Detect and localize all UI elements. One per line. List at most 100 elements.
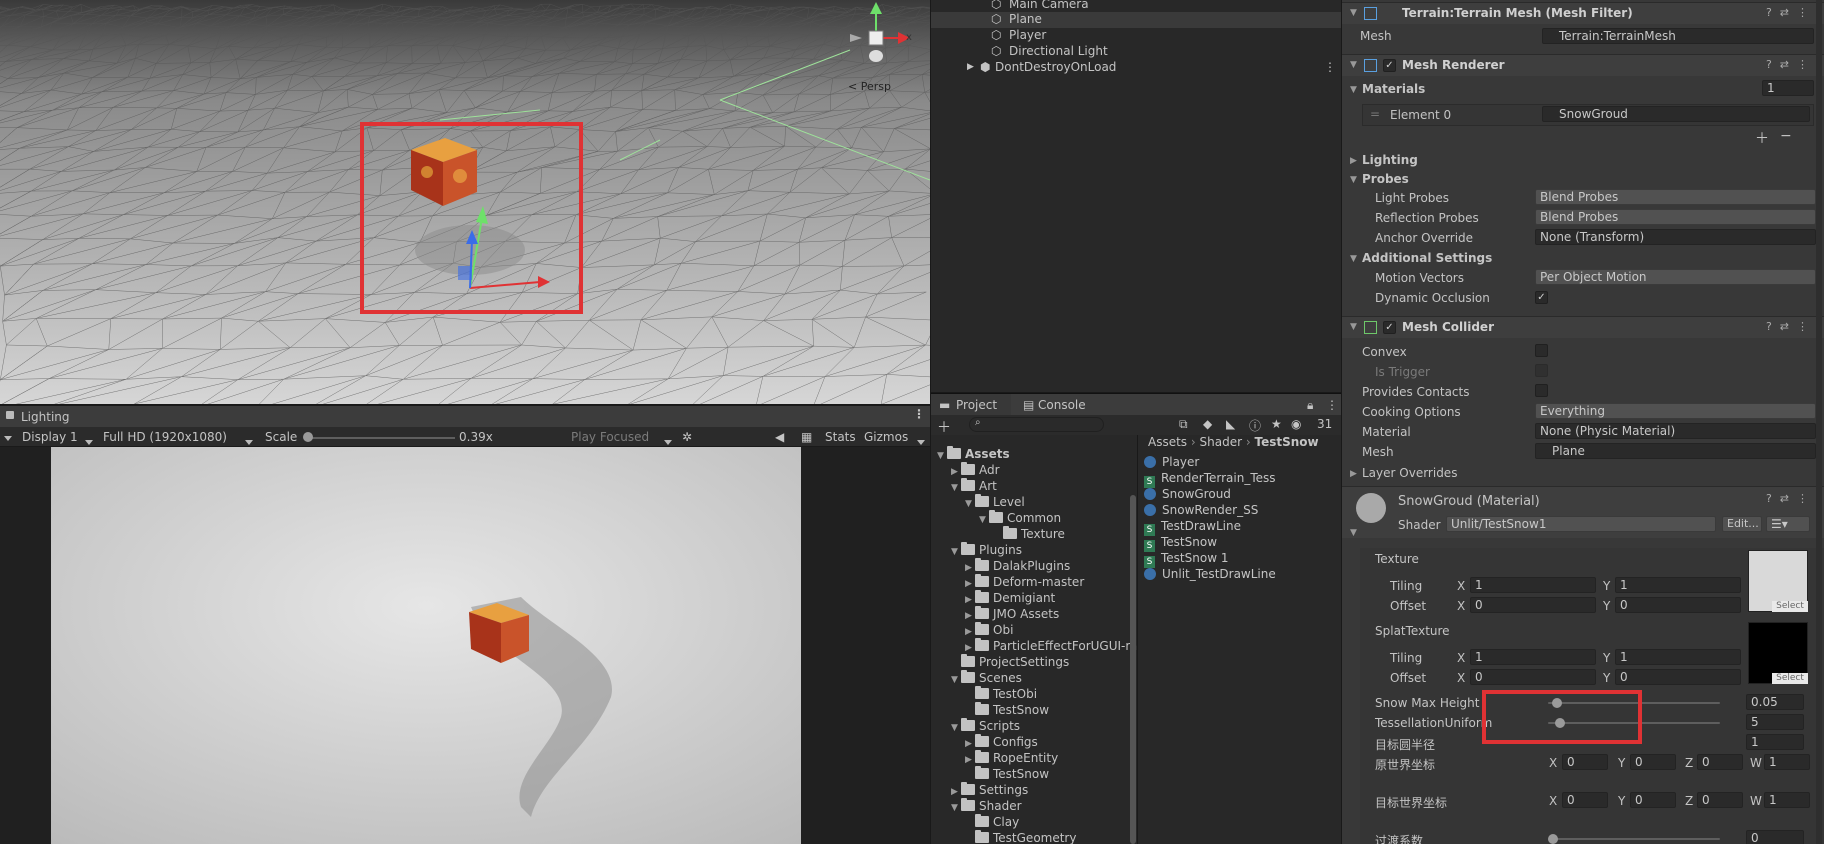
target-world-z[interactable]: 0 <box>1697 792 1743 808</box>
transition-knob[interactable] <box>1548 834 1558 844</box>
orig-world-z[interactable]: 0 <box>1697 754 1743 770</box>
game-view[interactable] <box>51 447 801 844</box>
target-world-y[interactable]: 0 <box>1630 792 1676 808</box>
tree-scrollbar[interactable] <box>1130 495 1136 844</box>
provides-contacts-checkbox[interactable] <box>1535 384 1548 397</box>
move-gizmo[interactable] <box>450 200 575 300</box>
tessellation-slider[interactable] <box>1548 722 1720 724</box>
material-menu-button[interactable]: ☰▾ <box>1766 516 1810 532</box>
tree-item[interactable]: TestGeometry <box>965 830 1076 844</box>
tree-item[interactable]: ▼ Level <box>965 494 1025 511</box>
file-item[interactable]: SnowGroud <box>1144 487 1231 503</box>
tree-item[interactable]: TestSnow <box>965 766 1049 783</box>
tree-item[interactable]: ▶ Demigiant <box>965 590 1055 607</box>
mesh-field[interactable]: Terrain:TerrainMesh <box>1542 28 1814 44</box>
component-menu-icons[interactable]: ?⇄⋮ <box>1766 320 1816 333</box>
transition-field[interactable]: 0 <box>1746 830 1804 844</box>
tree-item[interactable]: Clay <box>965 814 1019 831</box>
texture-offset-x[interactable]: 0 <box>1470 597 1596 613</box>
tree-item[interactable]: TestSnow <box>965 702 1049 719</box>
display-dropdown[interactable]: Display 1 <box>22 430 78 444</box>
orig-world-w[interactable]: 1 <box>1764 754 1810 770</box>
tree-item[interactable]: ▼ Art <box>951 478 997 495</box>
texture-tiling-y[interactable]: 1 <box>1615 577 1741 593</box>
orig-world-x[interactable]: 0 <box>1562 754 1608 770</box>
player-cube[interactable] <box>405 134 480 209</box>
splat-tiling-y[interactable]: 1 <box>1615 649 1741 665</box>
filter-scene-icon[interactable]: ⧉ <box>1179 417 1188 432</box>
scale-slider-knob[interactable] <box>303 432 313 442</box>
keyboard-icon[interactable]: ▦ <box>801 430 812 444</box>
gizmos-button[interactable]: Gizmos <box>864 430 908 444</box>
gizmos-dropdown-icon[interactable] <box>917 434 925 448</box>
file-item[interactable]: S TestSnow <box>1144 535 1217 552</box>
texture-offset-y[interactable]: 0 <box>1615 597 1741 613</box>
tree-item[interactable]: ▶ Configs <box>965 734 1038 751</box>
mesh-renderer-enabled-checkbox[interactable]: ✓ <box>1383 59 1396 72</box>
mesh-renderer-header[interactable]: ▼ ✓ Mesh Renderer ?⇄⋮ <box>1342 54 1824 76</box>
orig-world-y[interactable]: 0 <box>1630 754 1676 770</box>
scene-view[interactable]: x < Persp <box>0 0 930 404</box>
file-item[interactable]: Unlit_TestDrawLine <box>1144 567 1276 583</box>
bug-icon[interactable]: ✲ <box>682 430 692 444</box>
file-item[interactable]: SnowRender_SS <box>1144 503 1258 519</box>
tree-item[interactable]: ▼ Scripts <box>951 718 1020 735</box>
file-item[interactable]: S RenderTerrain_Tess <box>1144 471 1276 488</box>
component-menu-icons[interactable]: ?⇄⋮ <box>1766 58 1816 71</box>
target-radius-field[interactable]: 1 <box>1746 734 1804 750</box>
lock-icon[interactable]: 🔒︎ <box>1307 398 1313 413</box>
remove-element-icon[interactable]: − <box>1780 128 1792 144</box>
layer-overrides-foldout[interactable]: Layer Overrides <box>1362 466 1457 480</box>
panel-menu-icon[interactable]: ⋮ <box>1326 398 1338 412</box>
add-icon[interactable]: ＋ <box>937 417 951 437</box>
breadcrumb-item[interactable]: TestSnow <box>1254 435 1318 449</box>
tree-item[interactable]: ▶ DalakPlugins <box>965 558 1070 575</box>
display-dropdown-icon[interactable] <box>85 434 93 448</box>
target-world-w[interactable]: 1 <box>1764 792 1810 808</box>
texture-select-button[interactable]: Select <box>1772 601 1808 612</box>
lighting-tab-label[interactable]: Lighting <box>21 410 70 424</box>
inspector-scrollbar[interactable] <box>1816 0 1822 844</box>
tab-console[interactable]: Console <box>1038 398 1086 412</box>
materials-count-field[interactable]: 1 <box>1762 80 1814 96</box>
mesh-filter-header[interactable]: ▼ Terrain:Terrain Mesh (Mesh Filter) ?⇄⋮ <box>1342 2 1824 24</box>
file-item[interactable]: Player <box>1144 455 1199 471</box>
mesh-collider-header[interactable]: ▼ ✓ Mesh Collider ?⇄⋮ <box>1342 316 1824 338</box>
file-item[interactable]: S TestDrawLine <box>1144 519 1241 536</box>
tree-item[interactable]: ▼ Plugins <box>951 542 1022 559</box>
physic-material-field[interactable]: None (Physic Material) <box>1535 423 1816 439</box>
materials-label[interactable]: Materials <box>1362 82 1425 96</box>
tree-item[interactable]: ▼ Shader <box>951 798 1022 815</box>
hierarchy-item[interactable]: ⬡ Player <box>931 28 1341 44</box>
reflection-probes-dropdown[interactable]: Blend Probes <box>1535 209 1816 225</box>
search-input[interactable] <box>969 417 1104 432</box>
add-element-icon[interactable]: ＋ <box>1755 128 1769 148</box>
dynamic-occlusion-checkbox[interactable]: ✓ <box>1535 291 1548 304</box>
breadcrumb-item[interactable]: Shader <box>1200 435 1243 449</box>
play-focused-dropdown[interactable]: Play Focused <box>571 430 649 444</box>
tree-item[interactable]: ▶ ParticleEffectForUGUI-m <box>965 638 1137 655</box>
play-focused-dropdown-icon[interactable] <box>664 434 672 448</box>
splat-select-button[interactable]: Select <box>1772 673 1808 684</box>
edit-shader-button[interactable]: Edit... <box>1722 516 1762 532</box>
probes-foldout[interactable]: Probes <box>1362 172 1409 186</box>
resolution-dropdown-icon[interactable] <box>245 434 253 448</box>
mesh-collider-enabled-checkbox[interactable]: ✓ <box>1383 321 1396 334</box>
visibility-icon[interactable]: ◉ <box>1291 417 1301 431</box>
tessellation-knob[interactable] <box>1555 718 1566 728</box>
display-dropdown-arrow[interactable] <box>4 430 12 444</box>
anchor-override-field[interactable]: None (Transform) <box>1535 229 1816 245</box>
orientation-gizmo[interactable]: x <box>840 0 920 70</box>
splat-offset-y[interactable]: 0 <box>1615 669 1741 685</box>
light-probes-dropdown[interactable]: Blend Probes <box>1535 189 1816 205</box>
tree-item[interactable]: ▶ Adr <box>951 462 1000 479</box>
tree-item[interactable]: Texture <box>993 526 1065 543</box>
tree-item[interactable]: ▼ Scenes <box>951 670 1022 687</box>
lighting-foldout[interactable]: Lighting <box>1362 153 1418 167</box>
shader-dropdown[interactable]: Unlit/TestSnow1 <box>1446 516 1716 532</box>
star-icon[interactable]: ★ <box>1271 417 1282 431</box>
cooking-options-dropdown[interactable]: Everything <box>1535 403 1816 419</box>
convex-checkbox[interactable] <box>1535 344 1548 357</box>
additional-settings-foldout[interactable]: Additional Settings <box>1362 251 1492 265</box>
info-icon[interactable]: ⓘ <box>1249 417 1261 434</box>
